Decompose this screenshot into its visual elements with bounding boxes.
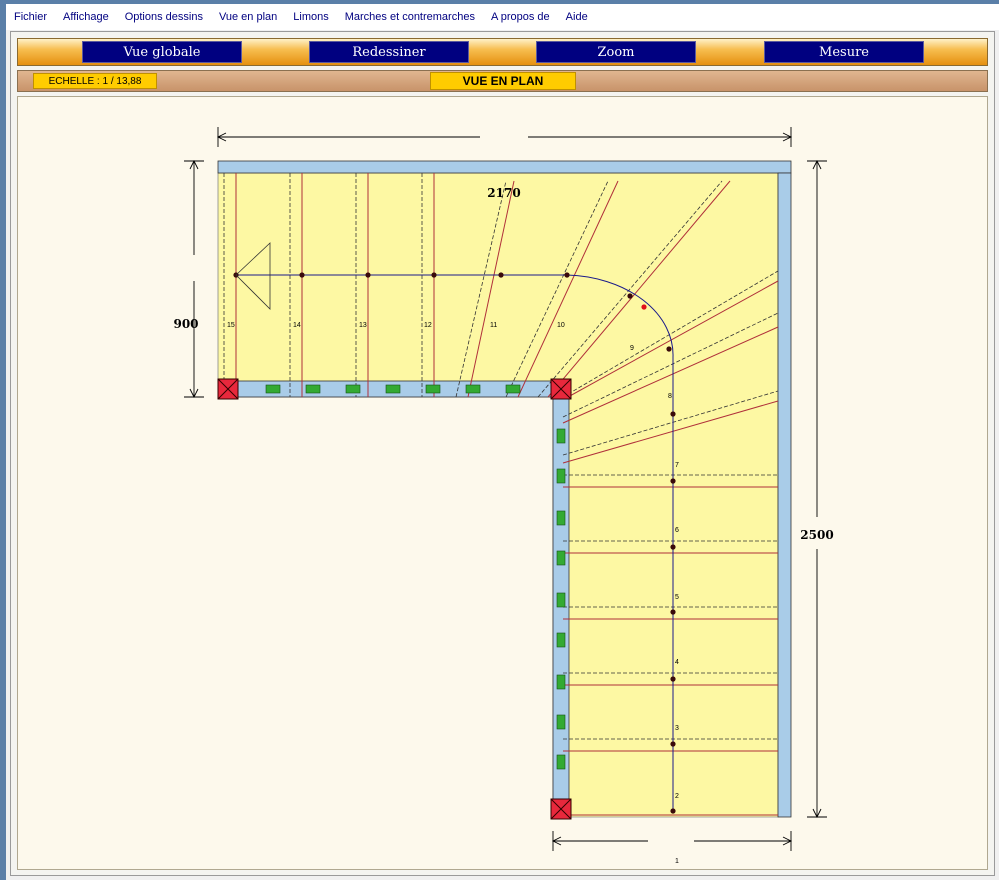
step-number-15: 15 [227, 322, 235, 329]
menu-vue-en-plan[interactable]: Vue en plan [211, 11, 285, 23]
baluster [556, 510, 566, 526]
menu-aide[interactable]: Aide [558, 11, 596, 23]
walkline-step-point [670, 808, 676, 814]
baluster [385, 384, 401, 394]
walkline-step-point [666, 346, 672, 352]
baluster [556, 428, 566, 444]
balusters [265, 384, 566, 770]
baluster [556, 632, 566, 648]
step-number-6: 6 [675, 527, 679, 534]
vue-globale-button[interactable]: Vue globale [82, 41, 242, 63]
step-number-8: 8 [668, 393, 672, 400]
baluster [556, 714, 566, 730]
step-number-9: 9 [630, 345, 634, 352]
baluster [425, 384, 441, 394]
walkline-step-point [670, 676, 676, 682]
toolbar: Vue globale Redessiner Zoom Mesure [17, 38, 988, 66]
right-stringer [777, 172, 792, 818]
step-number-4: 4 [675, 659, 679, 666]
redessiner-button[interactable]: Redessiner [309, 41, 469, 63]
walkline-step-point [670, 741, 676, 747]
baluster [556, 468, 566, 484]
walkline-step-point [670, 544, 676, 550]
baluster [305, 384, 321, 394]
walkline-step-point [431, 272, 437, 278]
dim-upper-depth: 900 [173, 317, 198, 331]
walkline-step-point [627, 293, 633, 299]
main-panel: Vue globale Redessiner Zoom Mesure ECHEL… [10, 31, 995, 876]
step-number-13: 13 [359, 322, 367, 329]
step-number-12: 12 [424, 322, 432, 329]
step-number-14: 14 [293, 322, 301, 329]
dim-total-length: 2500 [800, 528, 833, 542]
walkline-midpoint [641, 304, 647, 310]
stair-plan: 2170 900 2500 900 1 2 3 4 5 6 7 8 9 10 [173, 127, 834, 865]
baluster [465, 384, 481, 394]
menu-affichage[interactable]: Affichage [55, 11, 117, 23]
walkline-step-point [564, 272, 570, 278]
step-number-11: 11 [490, 322, 497, 329]
status-bar: ECHELLE : 1 / 13,88 VUE EN PLAN [17, 70, 988, 92]
step-number-2: 2 [675, 793, 679, 800]
scale-label: ECHELLE : 1 / 13,88 [33, 73, 157, 89]
baluster [345, 384, 361, 394]
step-number-7: 7 [675, 462, 679, 469]
menu-limons[interactable]: Limons [285, 11, 336, 23]
newel-posts [217, 378, 572, 820]
walkline-step-point [670, 411, 676, 417]
baluster [556, 592, 566, 608]
walkline-step-point [670, 478, 676, 484]
mesure-button[interactable]: Mesure [764, 41, 924, 63]
step-number-10: 10 [557, 322, 565, 329]
menu-marches-contremarches[interactable]: Marches et contremarches [337, 11, 483, 23]
walkline-step-point [365, 272, 371, 278]
drawing-canvas[interactable]: 2170 900 2500 900 1 2 3 4 5 6 7 8 9 10 [17, 96, 988, 870]
menu-a-propos[interactable]: A propos de [483, 11, 558, 23]
menu-options-dessins[interactable]: Options dessins [117, 11, 211, 23]
walkline-step-point [670, 609, 676, 615]
baluster [556, 550, 566, 566]
baluster [505, 384, 521, 394]
view-title: VUE EN PLAN [430, 72, 576, 90]
baluster [265, 384, 281, 394]
top-stringer [217, 160, 792, 174]
walkline-step-point [498, 272, 504, 278]
step-number-3: 3 [675, 725, 679, 732]
menu-bar: Fichier Affichage Options dessins Vue en… [6, 4, 999, 30]
step-number-5: 5 [675, 594, 679, 601]
walkline-step-point [299, 272, 305, 278]
menu-fichier[interactable]: Fichier [6, 11, 55, 23]
dim-total-width: 2170 [487, 186, 520, 200]
application-window: Fichier Affichage Options dessins Vue en… [6, 4, 999, 880]
baluster [556, 754, 566, 770]
zoom-button[interactable]: Zoom [536, 41, 696, 63]
step-number-1: 1 [675, 858, 679, 865]
baluster [556, 674, 566, 690]
